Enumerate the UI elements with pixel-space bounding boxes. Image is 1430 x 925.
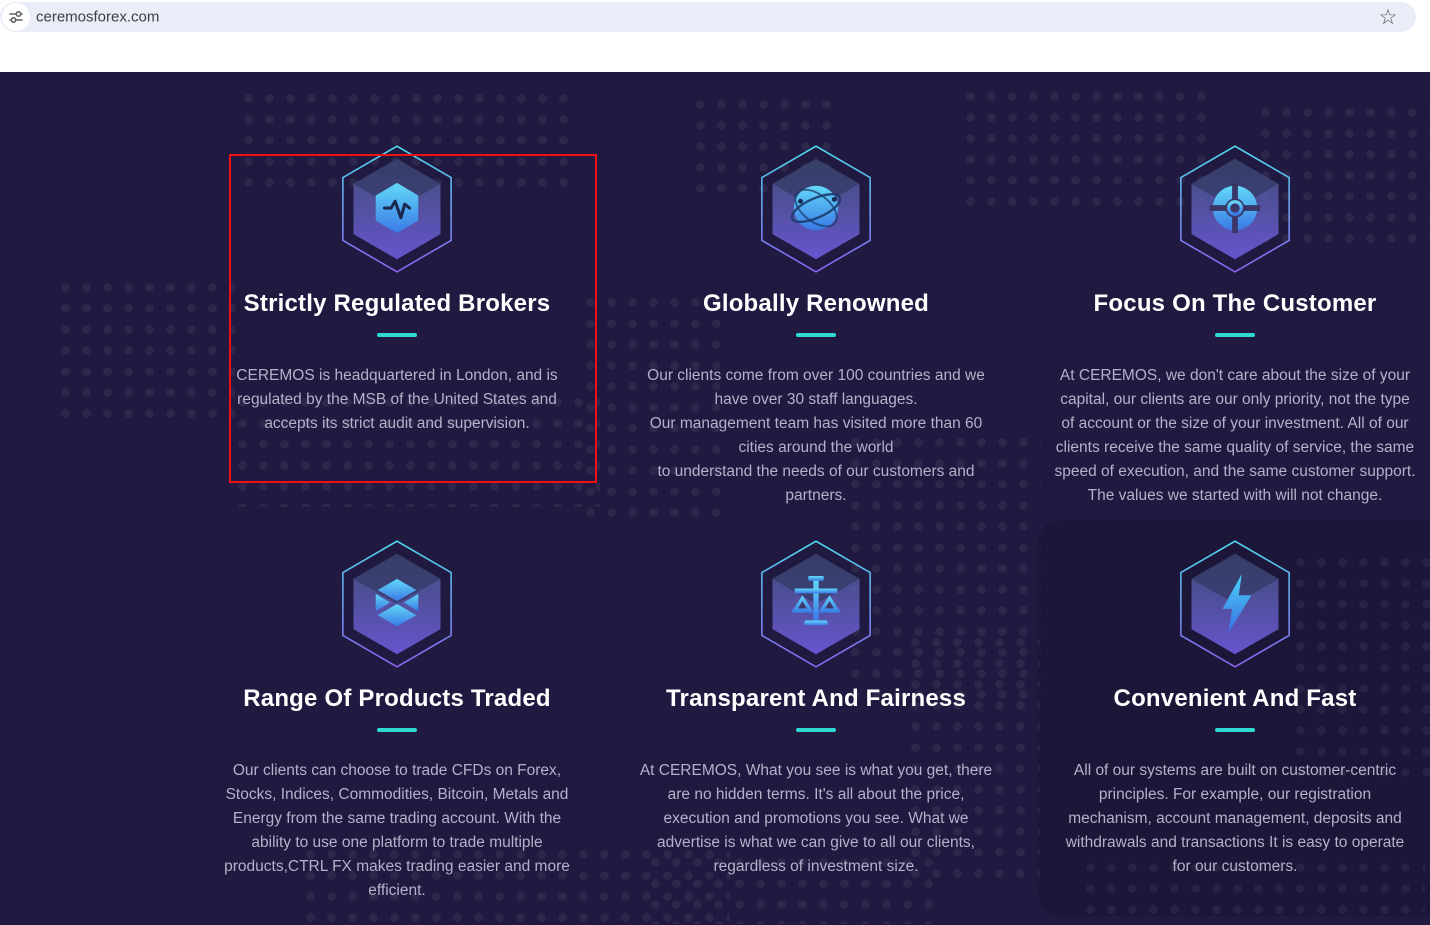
- site-settings-button[interactable]: [2, 3, 30, 31]
- lightning-hexagon-icon: [1180, 540, 1290, 668]
- feature-card-strictly-regulated-brokers: Strictly Regulated Brokers CEREMOS is he…: [210, 143, 584, 538]
- feature-card-convenient-and-fast: Convenient And Fast All of our systems a…: [1048, 538, 1422, 903]
- title-underline: [796, 728, 836, 732]
- feature-card-transparent-and-fairness: Transparent And Fairness At CEREMOS, Wha…: [629, 538, 1003, 903]
- feature-card-globally-renowned: Globally Renowned Our clients come from …: [629, 143, 1003, 538]
- features-grid: Strictly Regulated Brokers CEREMOS is he…: [210, 143, 1422, 903]
- feature-description: All of our systems are built on customer…: [1065, 762, 1405, 875]
- title-underline: [1215, 728, 1255, 732]
- dot-pattern: [55, 277, 235, 422]
- feature-card-range-of-products-traded: Range Of Products Traded Our clients can…: [210, 538, 584, 903]
- feature-description: At CEREMOS, we don't care about the size…: [1054, 367, 1416, 504]
- scales-hexagon-icon: [761, 540, 871, 668]
- feature-title: Range Of Products Traded: [243, 685, 551, 712]
- feature-card-focus-on-the-customer: Focus On The Customer At CEREMOS, we don…: [1048, 143, 1422, 538]
- globe-hexagon-icon: [761, 145, 871, 273]
- feature-title: Convenient And Fast: [1113, 685, 1357, 712]
- target-hexagon-icon: [1180, 145, 1290, 273]
- features-section: Strictly Regulated Brokers CEREMOS is he…: [0, 72, 1430, 925]
- feature-description: Our clients come from over 100 countries…: [647, 367, 985, 504]
- bookmark-star-icon[interactable]: ☆: [1376, 5, 1400, 29]
- title-underline: [1215, 333, 1255, 337]
- url-bar[interactable]: ceremosforex.com ☆: [0, 2, 1416, 32]
- feature-title: Focus On The Customer: [1093, 290, 1377, 317]
- url-text[interactable]: ceremosforex.com: [36, 9, 159, 26]
- feature-title: Globally Renowned: [702, 290, 930, 317]
- feature-title: Strictly Regulated Brokers: [243, 290, 551, 317]
- cube-hexagon-icon: [342, 540, 452, 668]
- title-underline: [377, 333, 417, 337]
- feature-description: At CEREMOS, What you see is what you get…: [639, 762, 993, 875]
- feature-description: CEREMOS is headquartered in London, and …: [236, 367, 558, 432]
- title-underline: [796, 333, 836, 337]
- browser-chrome: ceremosforex.com ☆: [0, 0, 1430, 72]
- title-underline: [377, 728, 417, 732]
- feature-description: Our clients can choose to trade CFDs on …: [224, 762, 570, 899]
- site-settings-icon: [9, 10, 23, 24]
- feature-title: Transparent And Fairness: [666, 685, 966, 712]
- pulse-hexagon-icon: [342, 145, 452, 273]
